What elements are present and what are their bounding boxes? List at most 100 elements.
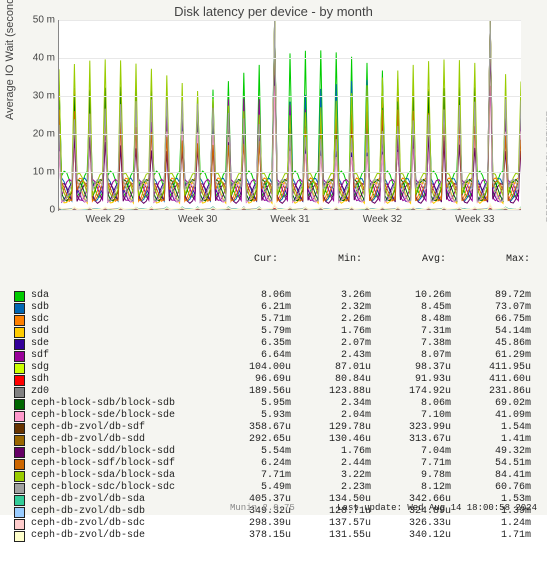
legend-row: ceph-block-sdd/block-sdd5.54m1.76m7.04m4… (14, 446, 534, 458)
legend-swatch (14, 315, 25, 326)
series-name: sdh (31, 374, 211, 386)
series-cur: 6.24m (211, 458, 291, 470)
series-max: 84.41m (451, 470, 531, 482)
legend-swatch (14, 531, 25, 542)
series-max: 54.14m (451, 326, 531, 338)
chart-title: Disk latency per device - by month (0, 0, 547, 19)
legend-swatch (14, 339, 25, 350)
series-cur: 6.35m (211, 338, 291, 350)
legend-swatch (14, 423, 25, 434)
series-name: ceph-db-zvol/db-sda (31, 494, 211, 506)
legend-row: ceph-db-zvol/db-sdf358.67u129.78u323.99u… (14, 422, 534, 434)
x-tick: Week 32 (363, 210, 402, 225)
series-cur: 298.39u (211, 518, 291, 530)
legend-row: sdb6.21m2.32m8.45m73.07m (14, 302, 534, 314)
series-min: 2.07m (291, 338, 371, 350)
legend-row: ceph-db-zvol/db-sde378.15u131.55u340.12u… (14, 530, 534, 542)
series-name: zd0 (31, 386, 211, 398)
series-name: ceph-block-sde/block-sde (31, 410, 211, 422)
legend-swatch (14, 327, 25, 338)
y-tick: 40 m (33, 53, 59, 64)
series-line (59, 204, 521, 210)
series-max: 45.86m (451, 338, 531, 350)
legend-row: sda8.06m3.26m10.26m89.72m (14, 290, 534, 302)
legend-swatch (14, 495, 25, 506)
series-max: 66.75m (451, 314, 531, 326)
series-name: sdd (31, 326, 211, 338)
y-tick: 30 m (33, 91, 59, 102)
series-name: sdb (31, 302, 211, 314)
series-avg: 8.06m (371, 398, 451, 410)
series-max: 73.07m (451, 302, 531, 314)
plot-area: 010 m20 m30 m40 m50 mWeek 29Week 30Week … (58, 20, 521, 211)
series-max: 89.72m (451, 290, 531, 302)
series-cur: 8.06m (211, 290, 291, 302)
series-avg: 8.12m (371, 482, 451, 494)
legend-header: Cur: Min: Avg: Max: (14, 254, 534, 266)
legend-swatch (14, 363, 25, 374)
series-cur: 6.64m (211, 350, 291, 362)
series-cur: 5.79m (211, 326, 291, 338)
y-tick: 50 m (33, 15, 59, 26)
series-avg: 323.99u (371, 422, 451, 434)
legend-swatch (14, 375, 25, 386)
series-min: 3.22m (291, 470, 371, 482)
series-max: 1.41m (451, 434, 531, 446)
legend-swatch (14, 303, 25, 314)
series-max: 60.76m (451, 482, 531, 494)
series-avg: 91.93u (371, 374, 451, 386)
legend-row: sdg104.00u87.01u98.37u411.95u (14, 362, 534, 374)
legend-swatch (14, 447, 25, 458)
series-name: ceph-block-sda/block-sda (31, 470, 211, 482)
legend-swatch (14, 483, 25, 494)
series-max: 41.09m (451, 410, 531, 422)
legend-swatch (14, 351, 25, 362)
series-min: 2.43m (291, 350, 371, 362)
series-name: ceph-db-zvol/db-sdd (31, 434, 211, 446)
series-min: 2.34m (291, 398, 371, 410)
series-avg: 7.71m (371, 458, 451, 470)
series-avg: 8.45m (371, 302, 451, 314)
legend-swatch (14, 291, 25, 302)
series-avg: 7.31m (371, 326, 451, 338)
series-min: 80.84u (291, 374, 371, 386)
series-name: ceph-block-sdf/block-sdf (31, 458, 211, 470)
legend-row: ceph-db-zvol/db-sdc298.39u137.57u326.33u… (14, 518, 534, 530)
legend-row: ceph-block-sda/block-sda7.71m3.22m9.78m8… (14, 470, 534, 482)
legend-swatch (14, 459, 25, 470)
series-cur: 5.95m (211, 398, 291, 410)
series-name: ceph-db-zvol/db-sde (31, 530, 211, 542)
series-avg: 326.33u (371, 518, 451, 530)
legend-swatch (14, 387, 25, 398)
series-min: 3.26m (291, 290, 371, 302)
legend-row: sdc5.71m2.26m8.48m66.75m (14, 314, 534, 326)
series-avg: 98.37u (371, 362, 451, 374)
series-name: sdc (31, 314, 211, 326)
series-min: 2.32m (291, 302, 371, 314)
series-cur: 6.21m (211, 302, 291, 314)
series-cur: 7.71m (211, 470, 291, 482)
series-max: 1.71m (451, 530, 531, 542)
legend-row: ceph-block-sdc/block-sdc5.49m2.23m8.12m6… (14, 482, 534, 494)
series-min: 2.23m (291, 482, 371, 494)
series-name: ceph-block-sdd/block-sdd (31, 446, 211, 458)
series-cur: 292.65u (211, 434, 291, 446)
series-name: sda (31, 290, 211, 302)
legend-row: ceph-block-sdb/block-sdb5.95m2.34m8.06m6… (14, 398, 534, 410)
series-name: sdf (31, 350, 211, 362)
grid-line (59, 172, 521, 173)
legend-row: sdd5.79m1.76m7.31m54.14m (14, 326, 534, 338)
tool-label: Munin 2.0.75 (230, 503, 295, 513)
series-max: 1.54m (451, 422, 531, 434)
series-min: 1.76m (291, 326, 371, 338)
series-cur: 378.15u (211, 530, 291, 542)
series-cur: 189.56u (211, 386, 291, 398)
x-tick: Week 33 (455, 210, 494, 225)
series-avg: 340.12u (371, 530, 451, 542)
legend-row: sde6.35m2.07m7.38m45.86m (14, 338, 534, 350)
series-max: 54.51m (451, 458, 531, 470)
chart-container: Disk latency per device - by month Avera… (0, 0, 547, 515)
series-min: 130.46u (291, 434, 371, 446)
series-avg: 7.04m (371, 446, 451, 458)
series-max: 411.60u (451, 374, 531, 386)
